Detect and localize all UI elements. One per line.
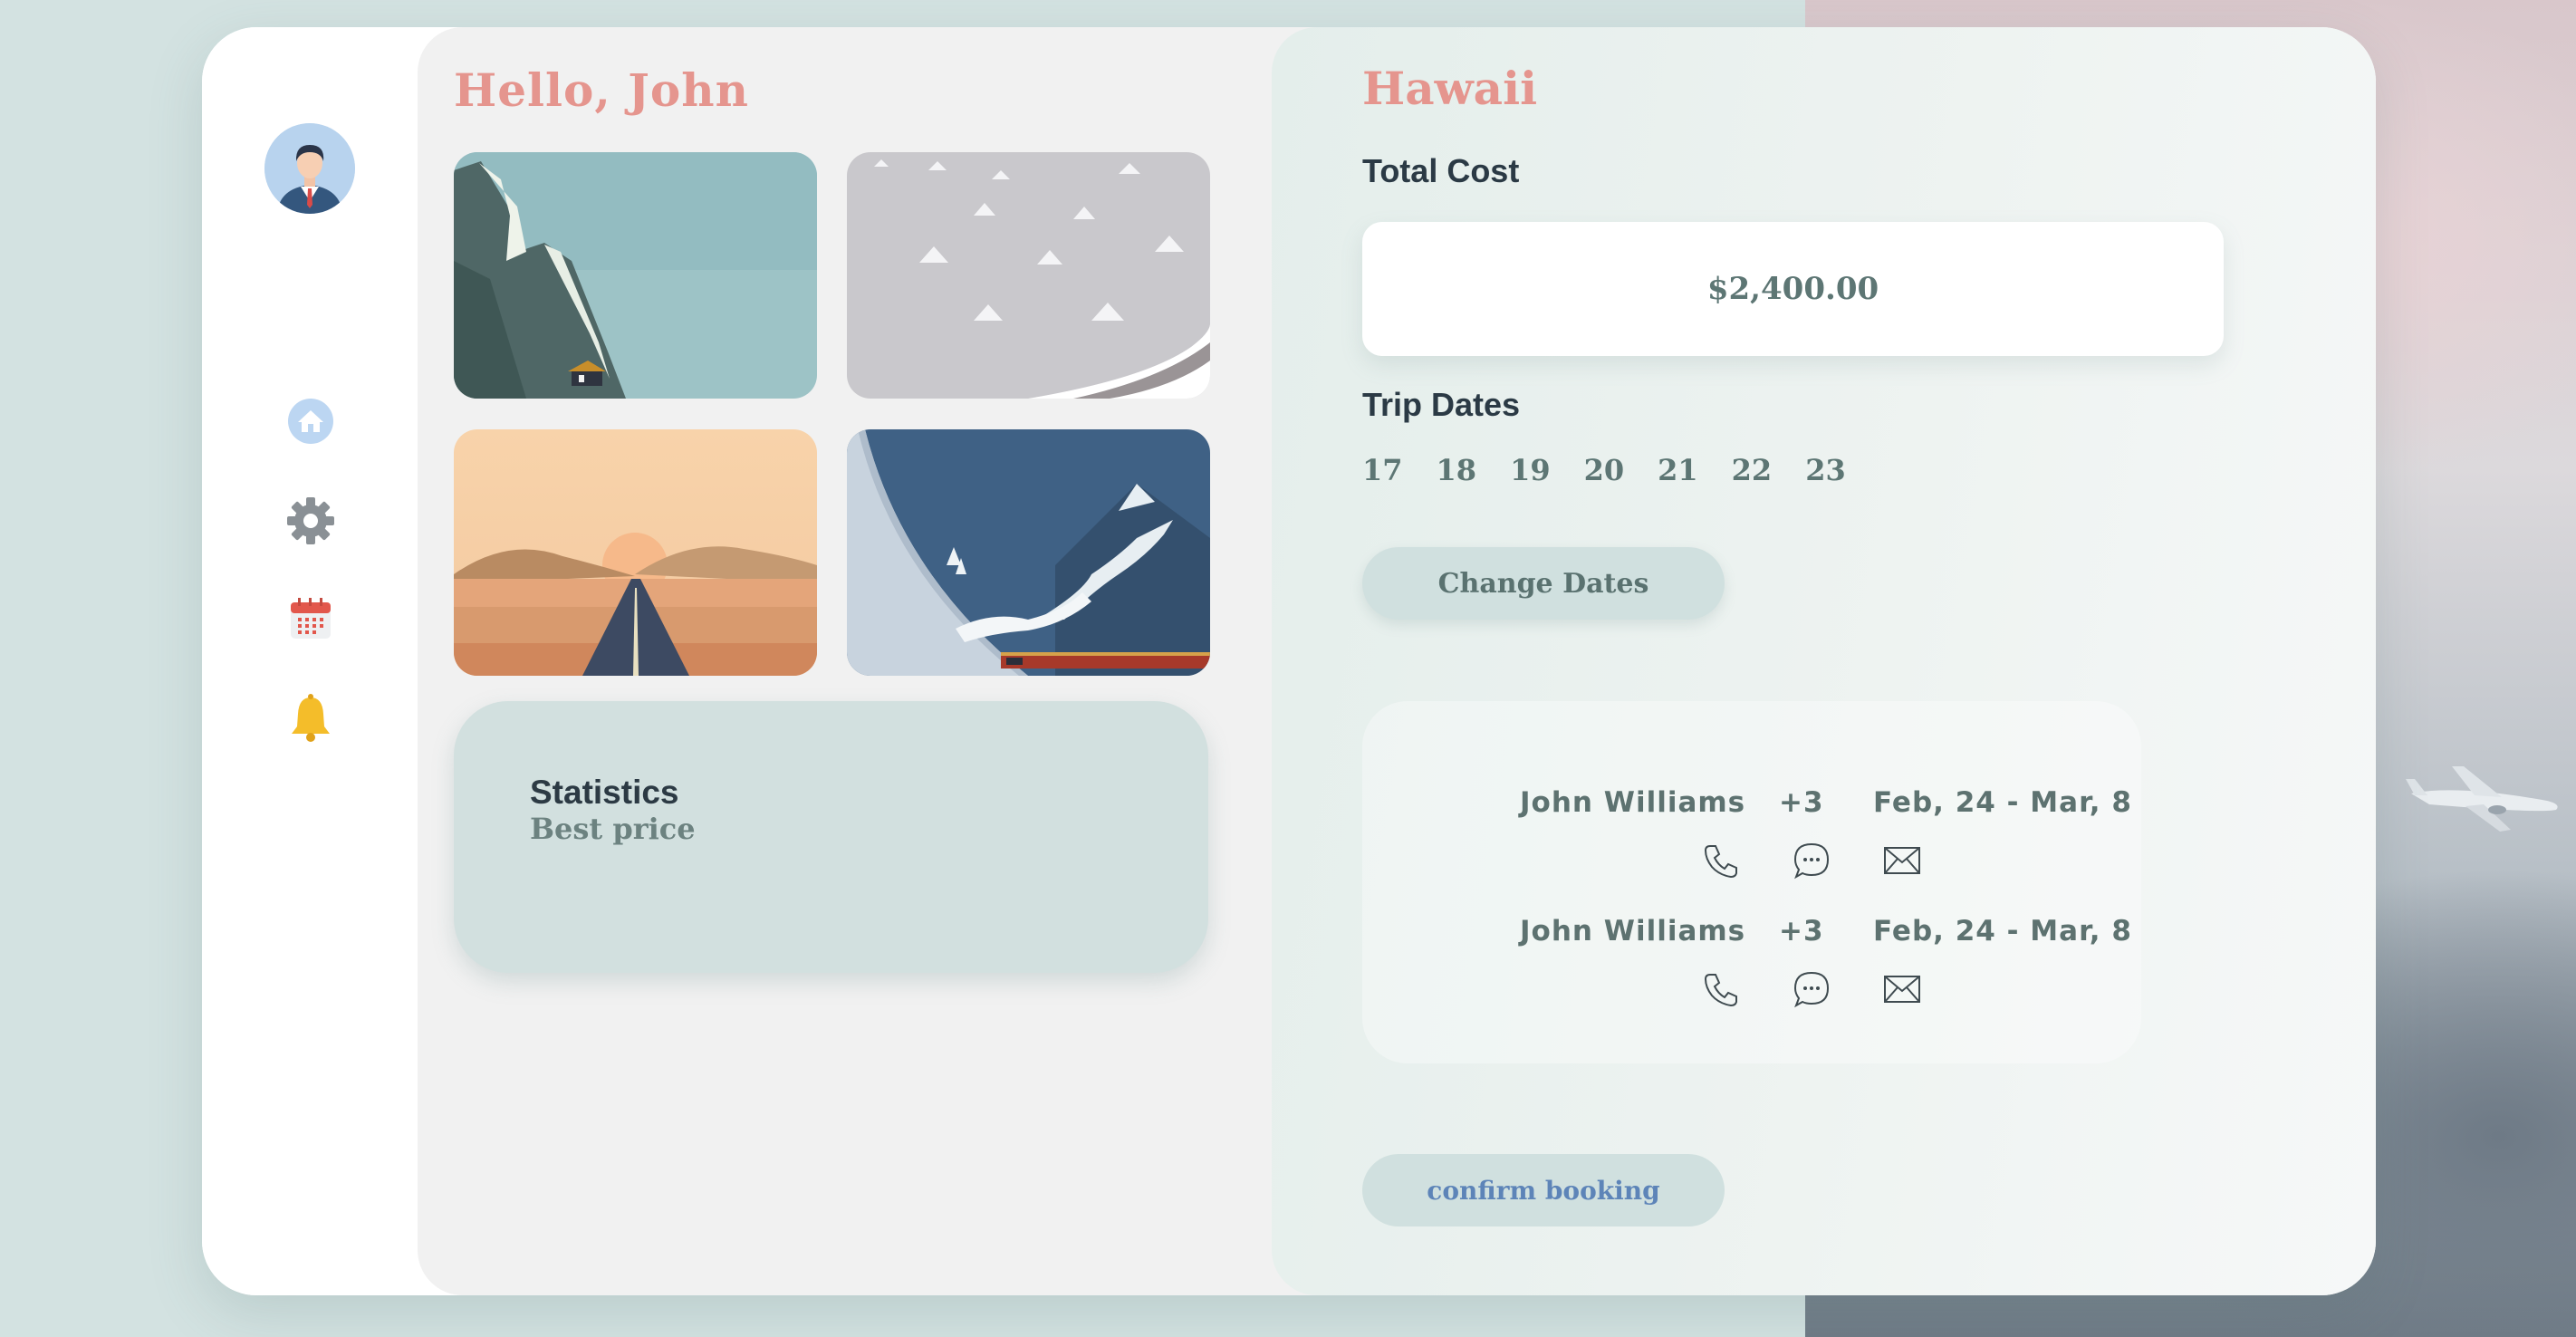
date-item[interactable]: 22 [1732, 453, 1773, 487]
statistics-subtitle: Best price [530, 812, 696, 846]
date-item[interactable]: 19 [1510, 453, 1551, 487]
mail-icon[interactable] [1882, 969, 1922, 1009]
trip-dates-row: 17 18 19 20 21 22 23 [1362, 453, 1879, 487]
phone-icon[interactable] [1701, 969, 1741, 1009]
contacts-card: John Williams +3 Feb, 24 - Mar, 8 John W… [1362, 701, 2141, 1063]
mail-icon[interactable] [1882, 841, 1922, 880]
total-cost-value: $2,400.00 [1706, 271, 1879, 307]
cliff-image [454, 152, 817, 399]
sidebar [202, 27, 418, 1295]
trip-dates-label: Trip Dates [1362, 386, 1521, 423]
home-nav-button[interactable] [286, 397, 335, 446]
contact-extra-count: +3 [1779, 915, 1824, 947]
chat-icon[interactable] [1792, 969, 1831, 1009]
trip-panel: Hawaii Total Cost $2,400.00 Trip Dates 1… [1272, 27, 2376, 1295]
date-item[interactable]: 17 [1362, 453, 1403, 487]
desert-road-image [454, 429, 817, 676]
snow-slope-image [847, 152, 1210, 399]
contact-extra-count: +3 [1779, 786, 1824, 819]
gallery-tile-desert[interactable] [454, 429, 817, 676]
contact-name: John Williams [1520, 915, 1746, 947]
gallery-tile-train[interactable] [847, 429, 1210, 676]
statistics-card[interactable]: Statistics Best price [454, 701, 1208, 973]
date-item[interactable]: 20 [1584, 453, 1625, 487]
date-item[interactable]: 18 [1437, 453, 1477, 487]
confirm-booking-button[interactable]: confirm booking [1362, 1154, 1725, 1226]
contact-date-range: Feb, 24 - Mar, 8 [1873, 915, 2132, 947]
destination-title: Hawaii [1362, 62, 1538, 115]
greeting-title: Hello, John [454, 63, 749, 117]
contact-name: John Williams [1520, 786, 1746, 819]
gallery-tile-cliff[interactable] [454, 152, 817, 399]
gallery-tile-snow[interactable] [847, 152, 1210, 399]
phone-icon[interactable] [1701, 841, 1741, 880]
settings-nav-button[interactable] [286, 496, 335, 545]
home-icon [288, 399, 333, 444]
date-item[interactable]: 23 [1805, 453, 1846, 487]
avatar-icon [264, 123, 355, 214]
mountain-train-image [847, 429, 1210, 676]
notifications-nav-button[interactable] [286, 694, 335, 743]
user-avatar[interactable] [264, 123, 355, 214]
bell-icon [292, 694, 330, 742]
contact-date-range: Feb, 24 - Mar, 8 [1873, 786, 2132, 819]
change-dates-button[interactable]: Change Dates [1362, 547, 1725, 620]
calendar-nav-button[interactable] [286, 594, 335, 643]
total-cost-label: Total Cost [1362, 152, 1520, 189]
airplane-image [2406, 766, 2558, 832]
calendar-icon [291, 598, 331, 639]
middle-panel: Hello, John Statistics Best price [418, 27, 1323, 1295]
date-item[interactable]: 21 [1658, 453, 1698, 487]
gear-icon [287, 497, 334, 544]
chat-icon[interactable] [1792, 841, 1831, 880]
total-cost-box: $2,400.00 [1362, 222, 2224, 356]
main-card: Hello, John Statistics Best price Hawaii… [202, 27, 2376, 1295]
statistics-title: Statistics [530, 774, 679, 811]
